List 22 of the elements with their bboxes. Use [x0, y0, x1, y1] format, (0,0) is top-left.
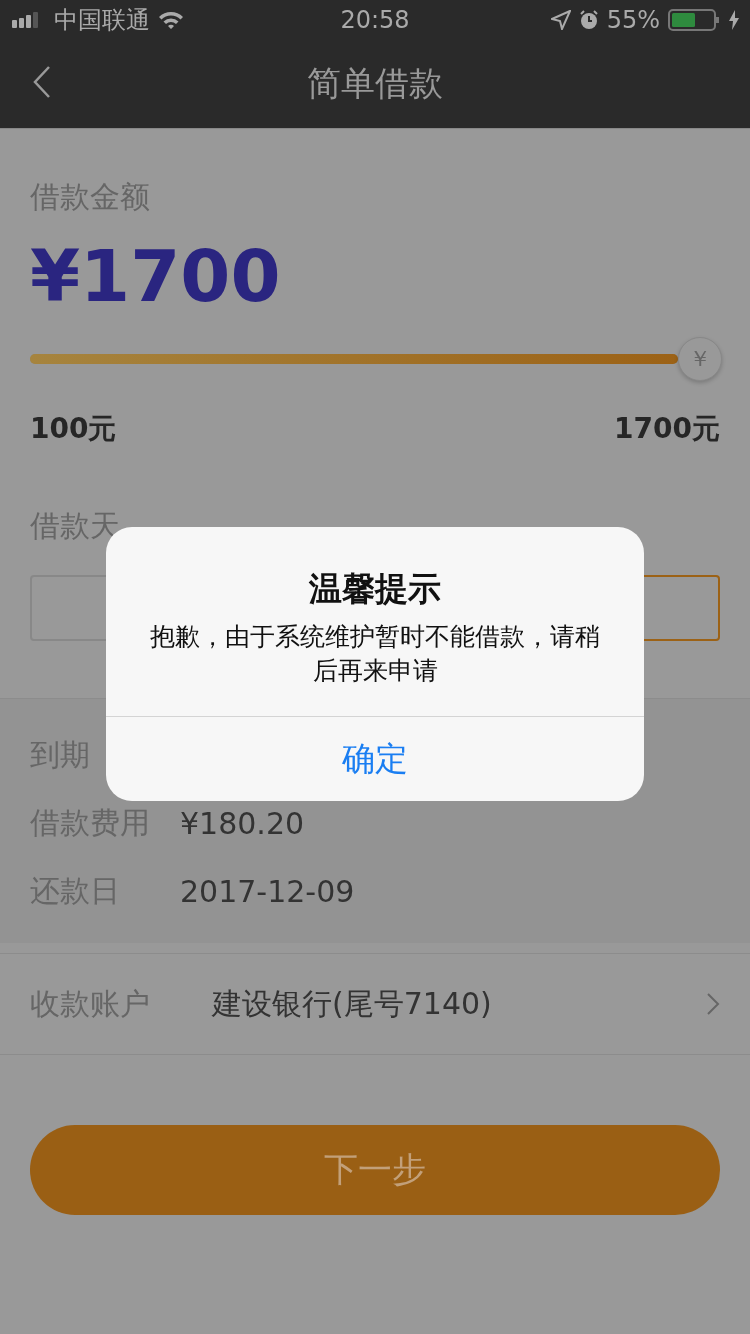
next-step-button[interactable]: 下一步 [30, 1125, 720, 1215]
max-amount: 1700元 [614, 411, 720, 447]
amount-value: ¥1700 [30, 234, 282, 318]
detail-value: ¥180.20 [180, 805, 305, 841]
min-amount: 100元 [30, 411, 117, 447]
alarm-clock-icon [578, 10, 599, 30]
detail-value: 2017-12-09 [180, 873, 355, 909]
carrier-name: 中国联通 [54, 5, 150, 36]
location-arrow-icon [550, 10, 571, 30]
page-title: 简单借款 [307, 62, 443, 105]
account-value: 建设银行(尾号7140) [212, 984, 493, 1023]
confirm-button[interactable]: 确定 [106, 717, 644, 801]
clock-time: 20:58 [340, 6, 410, 34]
dialog-message: 抱歉，由于系统维护暂时不能借款，请稍后再来申请 [149, 621, 601, 687]
dialog-title: 温馨提示 [309, 568, 441, 610]
wifi-icon [158, 10, 184, 30]
slider-handle[interactable]: ￥ [678, 337, 722, 381]
charging-bolt-icon [728, 10, 740, 30]
chevron-right-icon [706, 992, 720, 1016]
battery-icon [668, 9, 720, 31]
battery-percent: 55% [606, 6, 660, 34]
back-icon[interactable] [32, 65, 52, 99]
